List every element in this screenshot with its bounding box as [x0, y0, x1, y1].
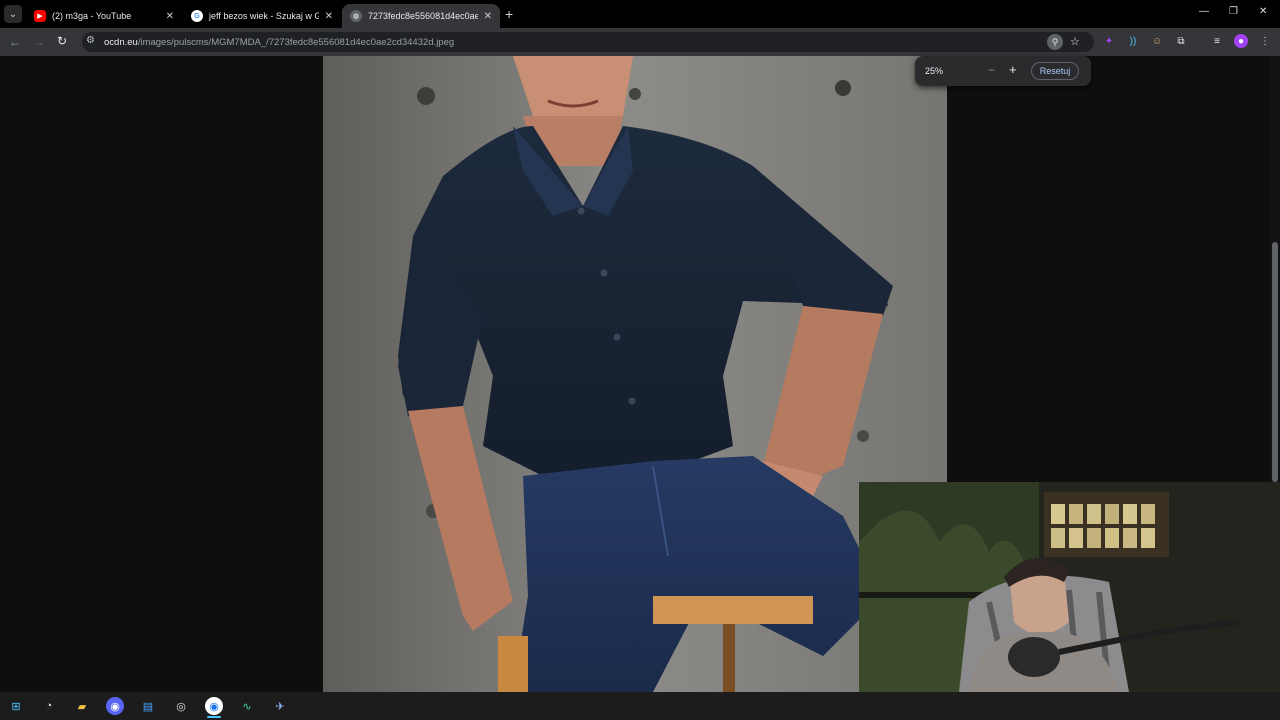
bookmark-star-icon[interactable]: ☆	[1070, 35, 1080, 48]
site-info-icon[interactable]: ⚙	[86, 35, 95, 46]
tab-title: jeff bezos wiek - Szukaj w Goog	[209, 11, 319, 21]
new-tab-button[interactable]: +	[505, 6, 513, 22]
tab-youtube[interactable]: ▶ (2) m3ga - YouTube ✕	[26, 4, 182, 28]
chrome-icon[interactable]: ◉	[205, 697, 223, 715]
extensions-puzzle-icon[interactable]: ⧉	[1174, 34, 1188, 48]
scrollbar-thumb[interactable]	[1272, 242, 1278, 482]
close-tab-icon[interactable]: ✕	[325, 11, 333, 22]
close-tab-icon[interactable]: ✕	[166, 11, 174, 22]
back-icon[interactable]: ←	[9, 35, 21, 49]
forward-icon[interactable]: →	[33, 35, 45, 49]
webcam-overlay	[859, 482, 1280, 692]
calendar-icon[interactable]: ▤	[139, 697, 157, 715]
restore-button[interactable]: ❐	[1229, 6, 1238, 17]
taskbar	[0, 692, 1280, 720]
tab-title: 7273fedc8e556081d4ec0ae2cd	[368, 11, 478, 21]
obs-icon[interactable]: ◎	[172, 697, 190, 715]
active-app-indicator	[207, 716, 221, 718]
extension-icon[interactable]: ✦	[1102, 34, 1116, 48]
media-controls-icon[interactable]: ≡	[1210, 34, 1224, 48]
windows-start-icon[interactable]: ⊞	[7, 697, 25, 715]
tab-image[interactable]: ◍ 7273fedc8e556081d4ec0ae2cd ✕	[342, 4, 500, 28]
zoom-icon[interactable]: ⚲	[1047, 34, 1063, 50]
discord-icon[interactable]: ◉	[106, 697, 124, 715]
folder-icon[interactable]: ▰	[73, 697, 91, 715]
extension-audio-icon[interactable]: ))	[1126, 34, 1140, 48]
tab-title: (2) m3ga - YouTube	[52, 11, 132, 21]
tab-google-search[interactable]: G jeff bezos wiek - Szukaj w Goog ✕	[183, 4, 341, 28]
audio-app-icon[interactable]: ∿	[238, 697, 256, 715]
zoom-level: 25%	[925, 66, 944, 76]
profile-avatar[interactable]: ●	[1234, 34, 1248, 48]
zoom-reset-button[interactable]: Resetuj	[1031, 62, 1079, 80]
globe-icon: ◍	[350, 10, 362, 22]
displayed-photo[interactable]	[323, 56, 947, 692]
google-icon: G	[191, 10, 203, 22]
zoom-popup: 25% − + Resetuj	[915, 56, 1091, 86]
zoom-in-button[interactable]: +	[1009, 62, 1017, 77]
steam-icon[interactable]: ✈	[271, 697, 289, 715]
close-tab-icon[interactable]: ✕	[484, 11, 492, 22]
youtube-icon: ▶	[34, 10, 46, 22]
extension-face-icon[interactable]: ☺	[1150, 34, 1164, 48]
url-text[interactable]: ocdn.eu/images/pulscms/MGM7MDA_/7273fedc…	[104, 37, 454, 48]
menu-kebab-icon[interactable]: ⋮	[1258, 34, 1272, 48]
tab-search-chevron-icon[interactable]: ⌄	[4, 5, 22, 23]
close-window-button[interactable]: ✕	[1259, 6, 1267, 17]
system-app-icon[interactable]: ◔	[40, 697, 58, 715]
zoom-out-button[interactable]: −	[988, 63, 995, 77]
minimize-button[interactable]: —	[1199, 6, 1209, 17]
reload-icon[interactable]: ↻	[57, 34, 67, 48]
